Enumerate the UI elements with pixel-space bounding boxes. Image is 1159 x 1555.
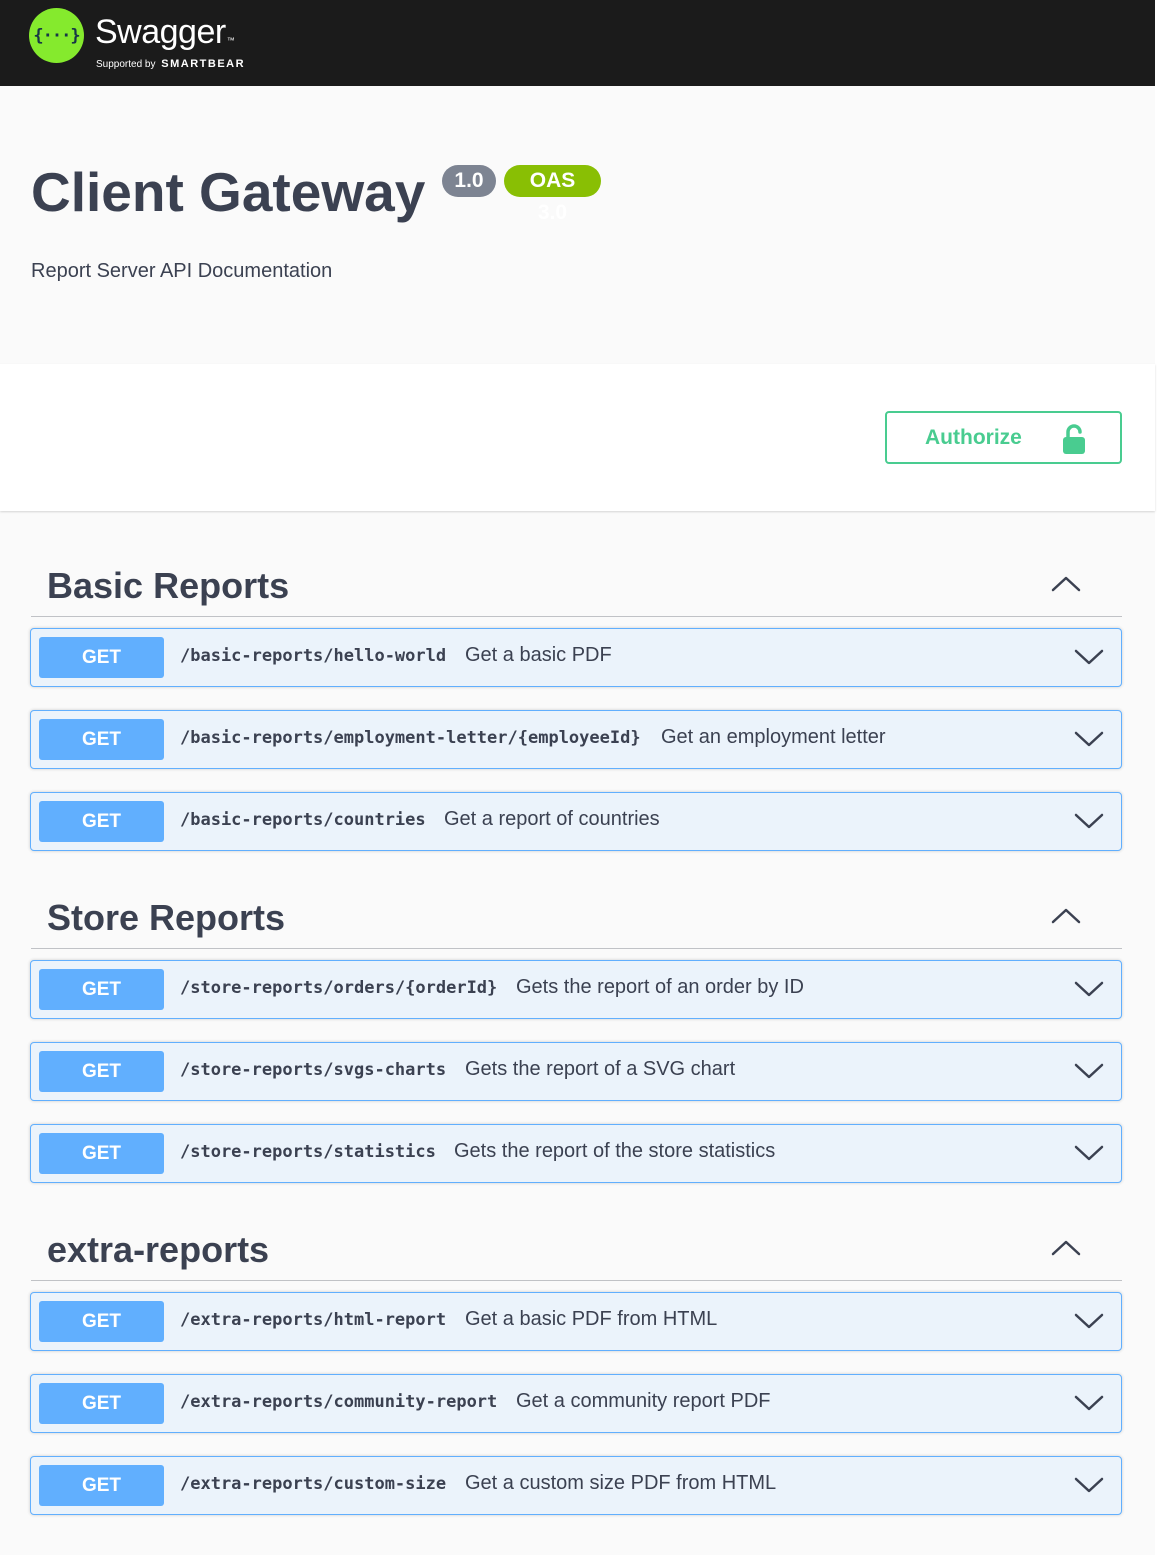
collapse-chevron-up-icon[interactable]	[1050, 574, 1082, 594]
method-badge-get: GET	[39, 969, 164, 1010]
tag-section-header[interactable]: Store Reports	[31, 878, 1122, 949]
version-badge: 1.0	[442, 165, 496, 197]
window-edge	[1155, 0, 1159, 1555]
topbar: {···} Swagger™ Supported by SMARTBEAR	[0, 0, 1155, 86]
expand-chevron-down-icon[interactable]	[1073, 1474, 1105, 1496]
unlocked-lock-icon	[1063, 424, 1085, 454]
expand-chevron-down-icon[interactable]	[1073, 1142, 1105, 1164]
method-badge-get: GET	[39, 1051, 164, 1092]
brand-name[interactable]: Swagger™	[95, 13, 235, 52]
operation-get[interactable]: GET/store-reports/statistics Gets the rep…	[30, 1124, 1122, 1183]
operation-path[interactable]: /basic-reports/hello-world	[180, 646, 446, 666]
operation-summary: Get a basic PDF from HTML	[465, 1308, 718, 1330]
operation-path[interactable]: /basic-reports/employment-letter/{employ…	[180, 728, 641, 748]
operation-get[interactable]: GET/extra-reports/custom-size Get a custo…	[30, 1456, 1122, 1515]
api-title: Client Gateway	[31, 161, 426, 223]
swagger-logo-icon[interactable]: {···}	[29, 8, 84, 63]
operation-path[interactable]: /extra-reports/community-report	[180, 1392, 497, 1412]
expand-chevron-down-icon[interactable]	[1073, 646, 1105, 668]
operation-summary: Get a basic PDF	[465, 644, 612, 666]
brand-tagline: Supported by SMARTBEAR	[96, 58, 246, 70]
method-badge-get: GET	[39, 1301, 164, 1342]
operation-summary: Get a community report PDF	[516, 1390, 771, 1412]
tag-title: Store Reports	[47, 897, 286, 938]
operation-get[interactable]: GET/basic-reports/countries Get a report …	[30, 792, 1122, 851]
tag-title: extra-reports	[47, 1229, 270, 1270]
authorize-label: Authorize	[925, 426, 1022, 449]
expand-chevron-down-icon[interactable]	[1073, 1392, 1105, 1414]
operation-get[interactable]: GET/store-reports/orders/{orderId} Gets t…	[30, 960, 1122, 1019]
operation-path[interactable]: /store-reports/statistics	[180, 1142, 436, 1162]
tag-section-header[interactable]: Basic Reports	[31, 546, 1122, 617]
api-description: Report Server API Documentation	[31, 260, 333, 282]
operation-get[interactable]: GET/extra-reports/community-report Get a …	[30, 1374, 1122, 1433]
method-badge-get: GET	[39, 1465, 164, 1506]
authorize-button[interactable]: Authorize	[885, 411, 1122, 464]
operation-summary: Get a custom size PDF from HTML	[465, 1472, 777, 1494]
operation-path[interactable]: /store-reports/svgs-charts	[180, 1060, 446, 1080]
expand-chevron-down-icon[interactable]	[1073, 1310, 1105, 1332]
operation-path[interactable]: /extra-reports/custom-size	[180, 1474, 446, 1494]
operation-get[interactable]: GET/store-reports/svgs-charts Gets the re…	[30, 1042, 1122, 1101]
method-badge-get: GET	[39, 719, 164, 760]
operation-summary: Gets the report of a SVG chart	[465, 1058, 736, 1080]
method-badge-get: GET	[39, 801, 164, 842]
expand-chevron-down-icon[interactable]	[1073, 978, 1105, 1000]
operation-path[interactable]: /extra-reports/html-report	[180, 1310, 446, 1330]
trademark: ™	[226, 36, 235, 45]
operation-get[interactable]: GET/basic-reports/hello-world Get a basic…	[30, 628, 1122, 687]
method-badge-get: GET	[39, 1383, 164, 1424]
company-name: SMARTBEAR	[161, 58, 246, 70]
operation-summary: Gets the report of the store statistics	[454, 1140, 776, 1162]
expand-chevron-down-icon[interactable]	[1073, 1060, 1105, 1082]
oas-version-badge: OAS 3.0	[504, 165, 601, 224]
operation-summary: Gets the report of an order by ID	[516, 976, 804, 998]
tag-section-header[interactable]: extra-reports	[31, 1210, 1122, 1281]
expand-chevron-down-icon[interactable]	[1073, 810, 1105, 832]
method-badge-get: GET	[39, 637, 164, 678]
operation-summary: Get an employment letter	[661, 726, 886, 748]
operation-get[interactable]: GET/basic-reports/employment-letter/{emp…	[30, 710, 1122, 769]
collapse-chevron-up-icon[interactable]	[1050, 1238, 1082, 1258]
operation-path[interactable]: /basic-reports/countries	[180, 810, 426, 830]
operation-path[interactable]: /store-reports/orders/{orderId}	[180, 978, 497, 998]
method-badge-get: GET	[39, 1133, 164, 1174]
expand-chevron-down-icon[interactable]	[1073, 728, 1105, 750]
operation-summary: Get a report of countries	[444, 808, 660, 830]
tag-title: Basic Reports	[47, 565, 290, 606]
operation-get[interactable]: GET/extra-reports/html-report Get a basic…	[30, 1292, 1122, 1351]
collapse-chevron-up-icon[interactable]	[1050, 906, 1082, 926]
